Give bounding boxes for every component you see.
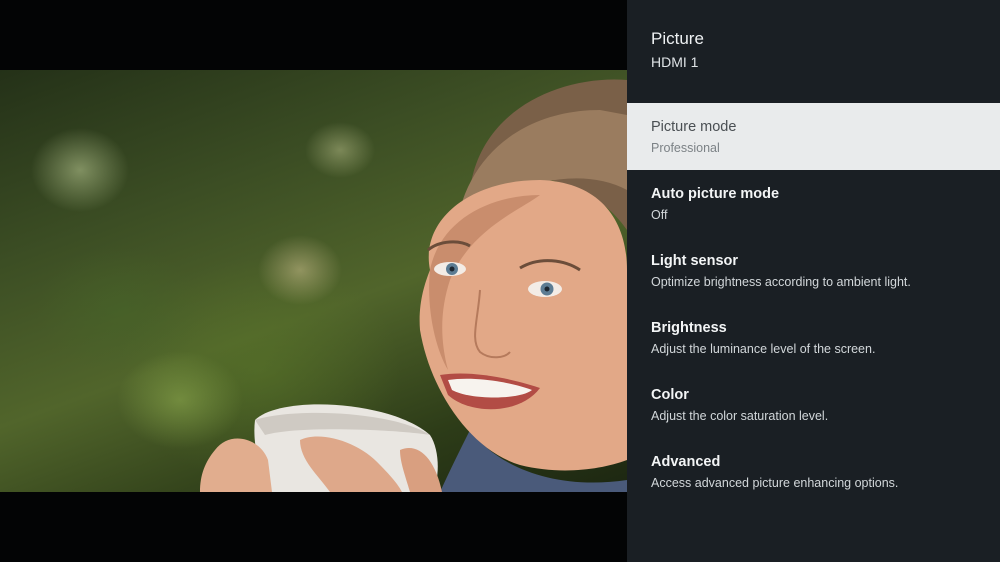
menu-item-label: Picture mode — [651, 119, 737, 135]
menu-item-auto-picture-mode[interactable]: Auto picture mode Off — [627, 170, 1000, 237]
menu-item-description: Adjust the color saturation level. — [651, 409, 829, 423]
menu-item-color[interactable]: Color Adjust the color saturation level. — [627, 371, 1000, 438]
menu-item-label: Light sensor — [651, 253, 739, 269]
video-preview — [0, 70, 627, 492]
menu-item-description: Access advanced picture enhancing option… — [651, 476, 899, 490]
panel-header: Picture HDMI 1 — [651, 28, 704, 71]
panel-subtitle: HDMI 1 — [651, 54, 699, 70]
menu-item-description: Optimize brightness according to ambient… — [651, 275, 911, 289]
smiling-woman-image — [200, 79, 627, 492]
tv-screen: Picture HDMI 1 Picture mode Professional… — [0, 0, 1000, 562]
menu-item-description: Professional — [651, 141, 720, 155]
menu-item-label: Advanced — [651, 454, 721, 470]
menu-item-brightness[interactable]: Brightness Adjust the luminance level of… — [627, 304, 1000, 371]
menu-item-description: Off — [651, 208, 668, 222]
picture-settings-panel: Picture HDMI 1 Picture mode Professional… — [627, 0, 1000, 562]
menu-item-advanced[interactable]: Advanced Access advanced picture enhanci… — [627, 438, 1000, 505]
menu-item-label: Brightness — [651, 320, 727, 336]
menu-item-label: Color — [651, 387, 689, 403]
menu-item-picture-mode[interactable]: Picture mode Professional — [627, 103, 1000, 170]
menu-item-label: Auto picture mode — [651, 186, 780, 202]
menu-item-description: Adjust the luminance level of the screen… — [651, 342, 876, 356]
settings-menu: Picture mode Professional Auto picture m… — [627, 103, 1000, 505]
panel-title: Picture — [651, 29, 704, 48]
menu-item-light-sensor[interactable]: Light sensor Optimize brightness accordi… — [627, 237, 1000, 304]
